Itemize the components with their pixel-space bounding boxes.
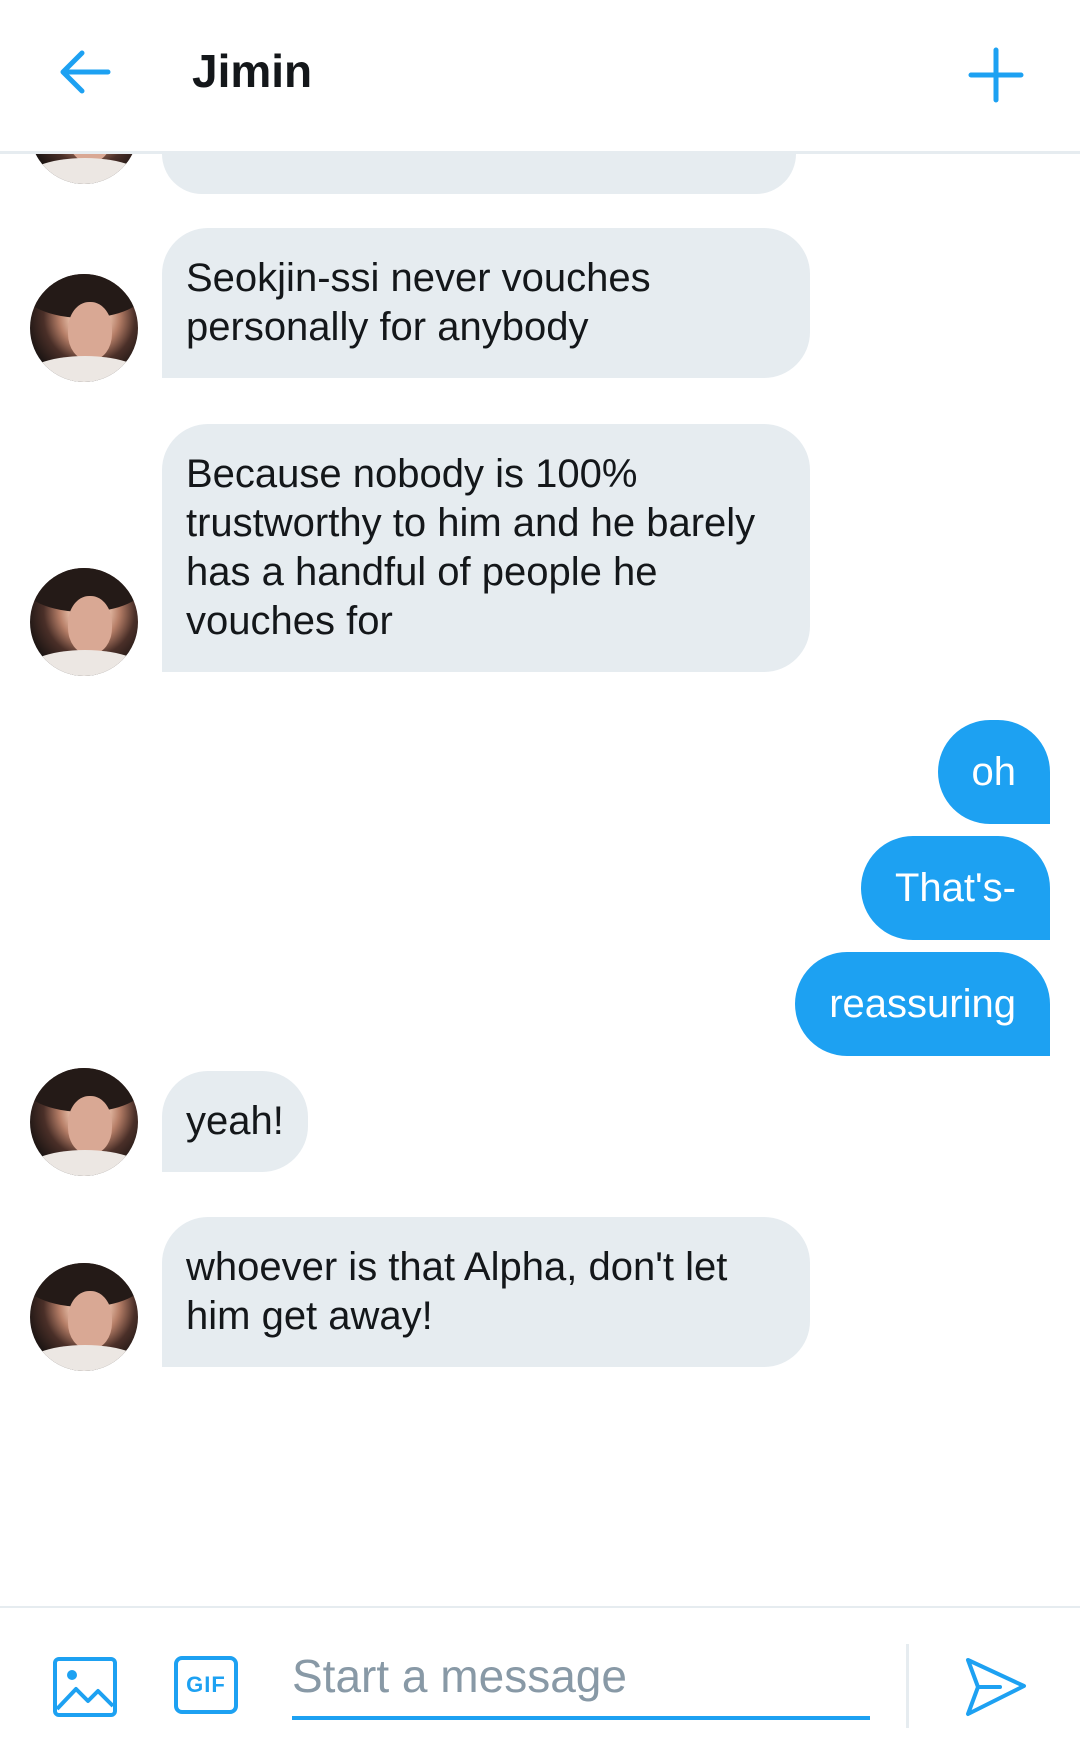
outgoing-message[interactable]: reassuring [795, 952, 1050, 1056]
add-photo-button[interactable] [52, 1656, 118, 1718]
gif-button[interactable]: GIF [174, 1656, 238, 1714]
message-bubble-partial [162, 154, 796, 194]
incoming-message[interactable]: whoever is that Alpha, don't let him get… [162, 1217, 810, 1367]
chat-header: Jimin [0, 0, 1080, 154]
avatar[interactable] [30, 1263, 138, 1371]
conversation-title: Jimin [192, 45, 313, 97]
avatar[interactable] [30, 154, 138, 184]
avatar[interactable] [30, 568, 138, 676]
plus-icon [968, 47, 1024, 103]
incoming-message[interactable]: Because nobody is 100% trustworthy to hi… [162, 424, 810, 672]
message-thread[interactable]: Seokjin-ssi never vouches personally for… [0, 154, 1080, 1606]
send-button[interactable] [960, 1652, 1030, 1722]
arrow-left-icon [60, 50, 111, 94]
outgoing-message[interactable]: oh [937, 720, 1050, 824]
incoming-message[interactable]: Seokjin-ssi never vouches personally for… [162, 228, 810, 378]
avatar[interactable] [30, 1068, 138, 1176]
send-icon [966, 1658, 1026, 1716]
back-button[interactable] [52, 38, 124, 110]
divider [906, 1644, 909, 1728]
image-icon [53, 1657, 117, 1717]
message-input[interactable] [292, 1636, 870, 1720]
outgoing-message[interactable]: That's- [861, 836, 1050, 940]
add-button[interactable] [960, 38, 1032, 110]
incoming-message[interactable]: yeah! [162, 1071, 308, 1172]
avatar[interactable] [30, 274, 138, 382]
message-composer: GIF [0, 1606, 1080, 1749]
